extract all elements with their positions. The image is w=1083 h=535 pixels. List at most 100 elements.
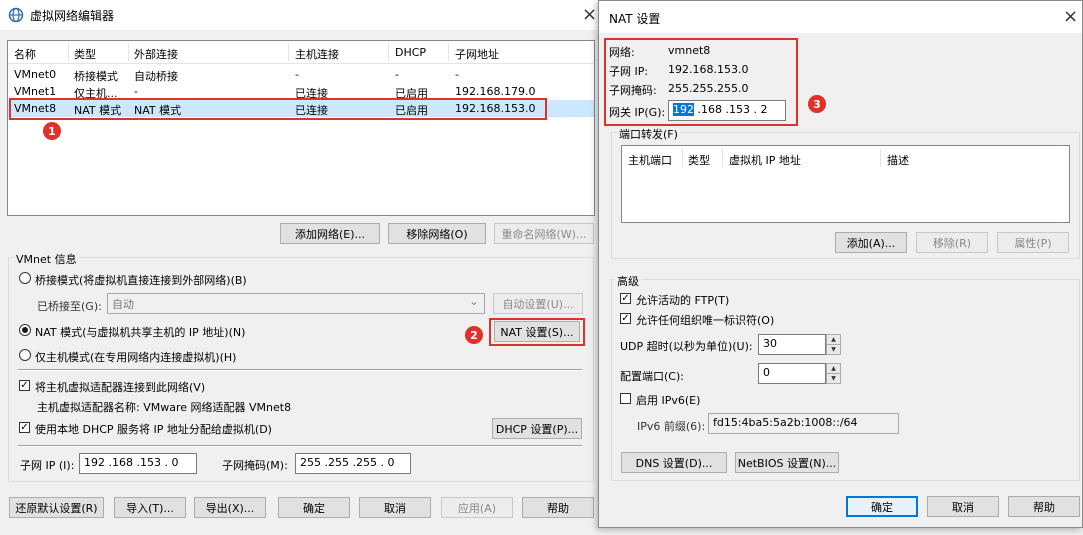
vmnet-info-title: VMnet 信息	[14, 251, 79, 267]
col-type[interactable]: 类型	[74, 46, 96, 62]
connect-adapter-label: 将主机虚拟适配器连接到此网络(V)	[35, 381, 206, 394]
col-host[interactable]: 主机连接	[295, 46, 339, 62]
bridge-to-label: 已桥接至(G):	[37, 300, 102, 313]
pf-add-button[interactable]: 添加(A)...	[835, 232, 907, 253]
close-icon[interactable]: ×	[582, 4, 597, 25]
network-table: 名称 类型 外部连接 主机连接 DHCP 子网地址 VMnet0 桥接模式 自动…	[7, 40, 595, 216]
restore-defaults-button[interactable]: 还原默认设置(R)	[9, 497, 104, 518]
pf-col-host-port[interactable]: 主机端口	[628, 152, 672, 168]
apply-button[interactable]: 应用(A)	[441, 497, 513, 518]
virtual-network-editor-window: 虚拟网络编辑器 × 名称 类型 外部连接 主机连接 DHCP 子网地址 VMne…	[0, 0, 600, 535]
bridge-mode-radio[interactable]	[19, 272, 31, 284]
udp-timeout-input[interactable]: 30	[758, 334, 826, 355]
udp-timeout-spinner[interactable]: ▲ ▼	[826, 334, 841, 355]
allow-ftp-checkbox[interactable]: ✓	[620, 293, 631, 304]
cancel-button[interactable]: 取消	[359, 497, 431, 518]
network-globe-icon	[8, 7, 24, 23]
window-title: 虚拟网络编辑器	[30, 9, 115, 23]
ok-button[interactable]: 确定	[278, 497, 350, 518]
col-dhcp[interactable]: DHCP	[395, 46, 426, 59]
nat-window-title: NAT 设置	[609, 12, 661, 26]
dhcp-settings-button[interactable]: DHCP 设置(P)...	[492, 418, 582, 439]
table-row[interactable]: VMnet0 桥接模式 自动桥接 - - -	[8, 66, 594, 83]
remove-network-button[interactable]: 移除网络(O)	[388, 223, 486, 244]
nat-cancel-button[interactable]: 取消	[927, 496, 999, 517]
import-button[interactable]: 导入(T)...	[114, 497, 186, 518]
enable-ipv6-label: 启用 IPv6(E)	[636, 394, 701, 407]
pf-remove-button[interactable]: 移除(R)	[916, 232, 988, 253]
cell-name: VMnet0	[14, 68, 57, 81]
check-icon: ✓	[20, 380, 29, 391]
col-external[interactable]: 外部连接	[134, 46, 178, 62]
netbios-settings-button[interactable]: NetBIOS 设置(N)...	[735, 452, 839, 473]
col-name[interactable]: 名称	[14, 46, 36, 62]
port-forwarding-table: 主机端口 类型 虚拟机 IP 地址 描述	[621, 145, 1070, 223]
config-port-input[interactable]: 0	[758, 363, 826, 384]
use-dhcp-checkbox[interactable]: ✓	[19, 422, 30, 433]
pf-col-desc[interactable]: 描述	[887, 152, 909, 168]
info-separator-1	[18, 369, 582, 371]
rename-network-button[interactable]: 重命名网络(W)...	[494, 223, 594, 244]
ipv6-prefix-label: IPv6 前缀(6):	[637, 420, 706, 433]
pf-col-vm-ip[interactable]: 虚拟机 IP 地址	[729, 152, 801, 168]
dns-settings-button[interactable]: DNS 设置(D)...	[621, 452, 727, 473]
down-arrow-icon[interactable]: ▼	[827, 345, 840, 354]
nat-title-bar: NAT 设置 ×	[599, 1, 1082, 33]
annotation-badge-3: 3	[808, 95, 826, 113]
export-button[interactable]: 导出(X)...	[194, 497, 266, 518]
allow-uid-label: 允许任何组织唯一标识符(O)	[636, 314, 775, 327]
advanced-title: 高级	[615, 273, 641, 289]
bridge-to-value: 自动	[112, 298, 134, 311]
check-icon: ✓	[621, 293, 630, 304]
bridge-to-select[interactable]: 自动 ⌄	[107, 293, 485, 314]
cell-subnet: -	[455, 68, 459, 81]
check-icon: ✓	[621, 313, 630, 324]
title-bar: 虚拟网络编辑器 ×	[0, 0, 600, 30]
subnet-ip-label: 子网 IP (I):	[20, 459, 75, 472]
chevron-down-icon: ⌄	[468, 294, 479, 308]
col-subnet[interactable]: 子网地址	[455, 46, 499, 62]
pf-col-type[interactable]: 类型	[688, 152, 710, 168]
info-separator-2	[18, 445, 582, 447]
annotation-badge-2: 2	[465, 326, 483, 344]
subnet-ip-input[interactable]: 192 .168 .153 . 0	[79, 453, 197, 474]
nat-help-button[interactable]: 帮助	[1008, 496, 1080, 517]
up-arrow-icon[interactable]: ▲	[827, 364, 840, 374]
add-network-button[interactable]: 添加网络(E)...	[280, 223, 380, 244]
subnet-mask-label: 子网掩码(M):	[222, 459, 288, 472]
host-only-label: 仅主机模式(在专用网络内连接虚拟机)(H)	[35, 351, 237, 364]
auto-settings-button[interactable]: 自动设置(U)...	[493, 293, 583, 314]
bridge-mode-label: 桥接模式(将虚拟机直接连接到外部网络)(B)	[35, 274, 247, 287]
connect-adapter-checkbox[interactable]: ✓	[19, 380, 30, 391]
annotation-badge-1: 1	[43, 122, 61, 140]
allow-uid-checkbox[interactable]: ✓	[620, 313, 631, 324]
cell-type: 桥接模式	[74, 70, 118, 83]
pf-properties-button[interactable]: 属性(P)	[997, 232, 1069, 253]
table-header: 名称 类型 外部连接 主机连接 DHCP 子网地址	[8, 41, 594, 64]
nat-settings-dialog: NAT 设置 × 网络: vmnet8 子网 IP: 192.168.153.0…	[598, 0, 1083, 528]
close-icon[interactable]: ×	[1063, 6, 1078, 27]
cell-subnet: 192.168.179.0	[455, 85, 536, 98]
config-port-label: 配置端口(C):	[620, 370, 684, 383]
check-icon: ✓	[20, 422, 29, 433]
cell-name: VMnet1	[14, 85, 57, 98]
cell-external: 自动桥接	[134, 70, 178, 83]
use-dhcp-label: 使用本地 DHCP 服务将 IP 地址分配给虚拟机(D)	[35, 423, 272, 436]
host-only-radio[interactable]	[19, 349, 31, 361]
enable-ipv6-checkbox[interactable]	[620, 393, 631, 404]
port-forwarding-title: 端口转发(F)	[617, 126, 680, 142]
subnet-mask-input[interactable]: 255 .255 .255 . 0	[295, 453, 411, 474]
annotation-box-3	[604, 38, 798, 126]
ipv6-prefix-input[interactable]: fd15:4ba5:5a2b:1008::/64	[708, 413, 899, 434]
help-button[interactable]: 帮助	[522, 497, 594, 518]
allow-ftp-label: 允许活动的 FTP(T)	[636, 294, 730, 307]
nat-mode-radio[interactable]	[19, 324, 31, 336]
udp-timeout-label: UDP 超时(以秒为单位)(U):	[620, 340, 753, 353]
config-port-spinner[interactable]: ▲ ▼	[826, 363, 841, 384]
down-arrow-icon[interactable]: ▼	[827, 374, 840, 383]
up-arrow-icon[interactable]: ▲	[827, 335, 840, 345]
cell-external: -	[134, 85, 138, 98]
cell-dhcp: -	[395, 68, 399, 81]
nat-ok-button[interactable]: 确定	[846, 496, 918, 517]
adapter-name-text: 主机虚拟适配器名称: VMware 网络适配器 VMnet8	[37, 401, 292, 414]
